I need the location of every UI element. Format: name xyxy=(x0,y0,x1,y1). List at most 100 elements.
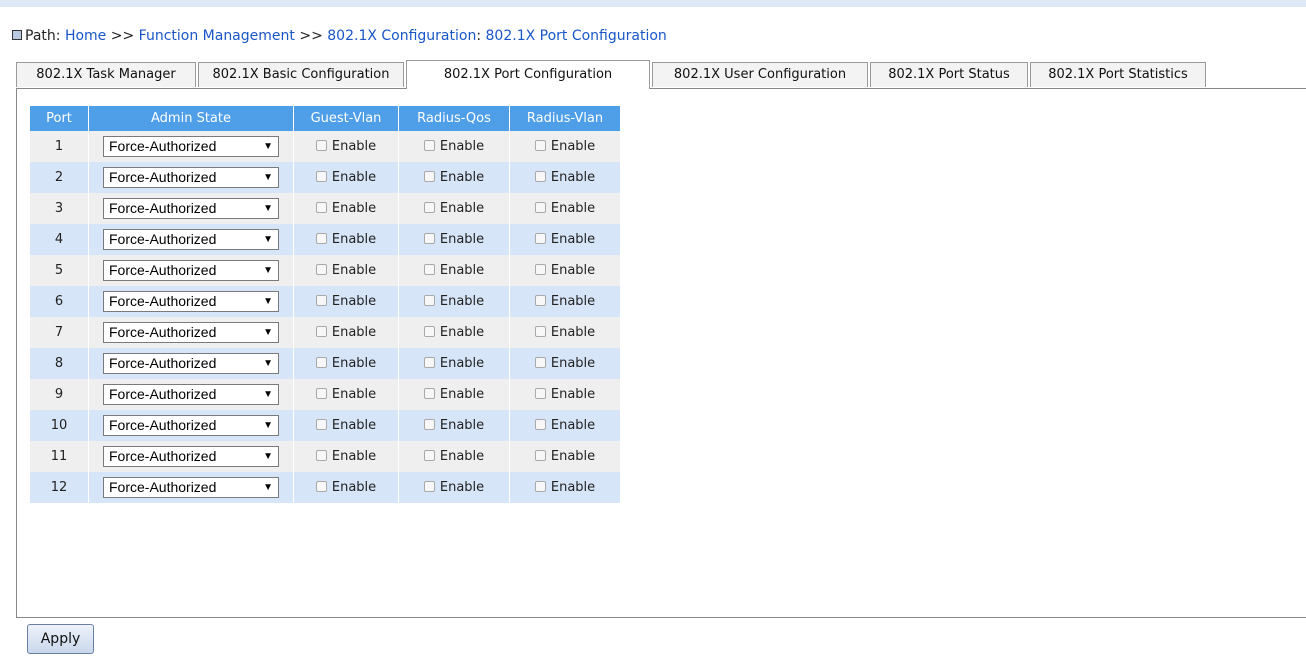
checkbox-box-icon[interactable] xyxy=(534,481,546,492)
checkbox-box-icon[interactable] xyxy=(315,450,327,461)
checkbox-box-icon[interactable] xyxy=(534,450,546,461)
radius-qos-enable-checkbox[interactable]: Enable xyxy=(423,417,484,433)
checkbox-box-icon[interactable] xyxy=(423,450,435,461)
radius-qos-enable-checkbox[interactable]: Enable xyxy=(423,293,484,309)
radius-qos-enable-checkbox[interactable]: Enable xyxy=(423,200,484,216)
checkbox-box-icon[interactable] xyxy=(315,419,327,430)
radius-vlan-enable-checkbox[interactable]: Enable xyxy=(534,138,595,154)
breadcrumb-8021x-port-configuration[interactable]: 802.1X Port Configuration xyxy=(486,28,667,44)
checkbox-box-icon[interactable] xyxy=(315,233,327,244)
radius-vlan-enable-checkbox[interactable]: Enable xyxy=(534,200,595,216)
breadcrumb-separator: >> xyxy=(299,28,323,44)
admin-state-select[interactable]: Force-Authorized ▼ xyxy=(103,384,279,405)
port-number: 12 xyxy=(30,472,89,503)
radius-vlan-enable-checkbox[interactable]: Enable xyxy=(534,479,595,495)
breadcrumb-home[interactable]: Home xyxy=(65,28,106,44)
checkbox-box-icon[interactable] xyxy=(315,171,327,182)
tab-port-status[interactable]: 802.1X Port Status xyxy=(870,62,1028,87)
admin-state-select[interactable]: Force-Authorized ▼ xyxy=(103,446,279,467)
checkbox-box-icon[interactable] xyxy=(423,481,435,492)
checkbox-box-icon[interactable] xyxy=(315,357,327,368)
checkbox-box-icon[interactable] xyxy=(315,202,327,213)
radius-qos-enable-checkbox[interactable]: Enable xyxy=(423,138,484,154)
tab-basic-configuration[interactable]: 802.1X Basic Configuration xyxy=(198,62,404,87)
checkbox-box-icon[interactable] xyxy=(534,264,546,275)
admin-state-select[interactable]: Force-Authorized ▼ xyxy=(103,136,279,157)
radius-vlan-enable-checkbox[interactable]: Enable xyxy=(534,293,595,309)
checkbox-box-icon[interactable] xyxy=(315,140,327,151)
checkbox-box-icon[interactable] xyxy=(534,140,546,151)
breadcrumb-8021x-configuration[interactable]: 802.1X Configuration xyxy=(327,28,476,44)
checkbox-box-icon[interactable] xyxy=(534,326,546,337)
tab-port-statistics[interactable]: 802.1X Port Statistics xyxy=(1030,62,1206,87)
port-number: 7 xyxy=(30,317,89,348)
checkbox-box-icon[interactable] xyxy=(315,481,327,492)
admin-state-select[interactable]: Force-Authorized ▼ xyxy=(103,260,279,281)
guest-vlan-enable-checkbox[interactable]: Enable xyxy=(315,293,376,309)
radius-vlan-enable-checkbox[interactable]: Enable xyxy=(534,169,595,185)
guest-vlan-enable-checkbox[interactable]: Enable xyxy=(315,138,376,154)
admin-state-select[interactable]: Force-Authorized ▼ xyxy=(103,477,279,498)
radius-vlan-enable-checkbox[interactable]: Enable xyxy=(534,324,595,340)
tab-port-configuration[interactable]: 802.1X Port Configuration xyxy=(406,60,650,89)
radius-qos-enable-checkbox[interactable]: Enable xyxy=(423,479,484,495)
admin-state-select[interactable]: Force-Authorized ▼ xyxy=(103,415,279,436)
radius-qos-enable-checkbox[interactable]: Enable xyxy=(423,231,484,247)
radius-vlan-enable-checkbox[interactable]: Enable xyxy=(534,448,595,464)
checkbox-box-icon[interactable] xyxy=(534,357,546,368)
radius-qos-enable-checkbox[interactable]: Enable xyxy=(423,262,484,278)
admin-state-select[interactable]: Force-Authorized ▼ xyxy=(103,167,279,188)
guest-vlan-enable-checkbox[interactable]: Enable xyxy=(315,231,376,247)
tab-task-manager[interactable]: 802.1X Task Manager xyxy=(16,62,196,87)
guest-vlan-cell: Enable xyxy=(293,348,399,379)
radius-qos-enable-checkbox[interactable]: Enable xyxy=(423,324,484,340)
guest-vlan-enable-checkbox[interactable]: Enable xyxy=(315,262,376,278)
checkbox-box-icon[interactable] xyxy=(423,326,435,337)
checkbox-box-icon[interactable] xyxy=(315,388,327,399)
radius-vlan-enable-checkbox[interactable]: Enable xyxy=(534,355,595,371)
radius-vlan-enable-checkbox[interactable]: Enable xyxy=(534,417,595,433)
admin-state-select[interactable]: Force-Authorized ▼ xyxy=(103,198,279,219)
breadcrumb-function-management[interactable]: Function Management xyxy=(139,28,295,44)
checkbox-box-icon[interactable] xyxy=(423,233,435,244)
apply-button[interactable]: Apply xyxy=(27,624,94,654)
radius-qos-enable-checkbox[interactable]: Enable xyxy=(423,355,484,371)
checkbox-box-icon[interactable] xyxy=(534,419,546,430)
radius-qos-enable-checkbox[interactable]: Enable xyxy=(423,448,484,464)
checkbox-box-icon[interactable] xyxy=(534,388,546,399)
admin-state-select[interactable]: Force-Authorized ▼ xyxy=(103,353,279,374)
radius-vlan-enable-checkbox[interactable]: Enable xyxy=(534,231,595,247)
checkbox-box-icon[interactable] xyxy=(423,295,435,306)
guest-vlan-enable-checkbox[interactable]: Enable xyxy=(315,417,376,433)
admin-state-select[interactable]: Force-Authorized ▼ xyxy=(103,229,279,250)
radius-qos-enable-checkbox[interactable]: Enable xyxy=(423,386,484,402)
guest-vlan-enable-checkbox[interactable]: Enable xyxy=(315,479,376,495)
radius-vlan-cell: Enable xyxy=(509,131,621,162)
checkbox-box-icon[interactable] xyxy=(423,388,435,399)
admin-state-select[interactable]: Force-Authorized ▼ xyxy=(103,291,279,312)
checkbox-box-icon[interactable] xyxy=(423,357,435,368)
checkbox-box-icon[interactable] xyxy=(534,171,546,182)
checkbox-box-icon[interactable] xyxy=(423,264,435,275)
checkbox-box-icon[interactable] xyxy=(423,202,435,213)
checkbox-box-icon[interactable] xyxy=(534,202,546,213)
guest-vlan-enable-checkbox[interactable]: Enable xyxy=(315,355,376,371)
guest-vlan-enable-checkbox[interactable]: Enable xyxy=(315,386,376,402)
checkbox-box-icon[interactable] xyxy=(534,233,546,244)
checkbox-box-icon[interactable] xyxy=(315,264,327,275)
radius-vlan-enable-checkbox[interactable]: Enable xyxy=(534,262,595,278)
radius-qos-enable-checkbox[interactable]: Enable xyxy=(423,169,484,185)
tab-user-configuration[interactable]: 802.1X User Configuration xyxy=(652,62,868,87)
guest-vlan-enable-checkbox[interactable]: Enable xyxy=(315,169,376,185)
checkbox-box-icon[interactable] xyxy=(315,295,327,306)
checkbox-box-icon[interactable] xyxy=(315,326,327,337)
radius-vlan-enable-checkbox[interactable]: Enable xyxy=(534,386,595,402)
guest-vlan-enable-checkbox[interactable]: Enable xyxy=(315,200,376,216)
checkbox-box-icon[interactable] xyxy=(423,171,435,182)
checkbox-box-icon[interactable] xyxy=(534,295,546,306)
checkbox-box-icon[interactable] xyxy=(423,419,435,430)
admin-state-select[interactable]: Force-Authorized ▼ xyxy=(103,322,279,343)
checkbox-box-icon[interactable] xyxy=(423,140,435,151)
guest-vlan-enable-checkbox[interactable]: Enable xyxy=(315,448,376,464)
guest-vlan-enable-checkbox[interactable]: Enable xyxy=(315,324,376,340)
